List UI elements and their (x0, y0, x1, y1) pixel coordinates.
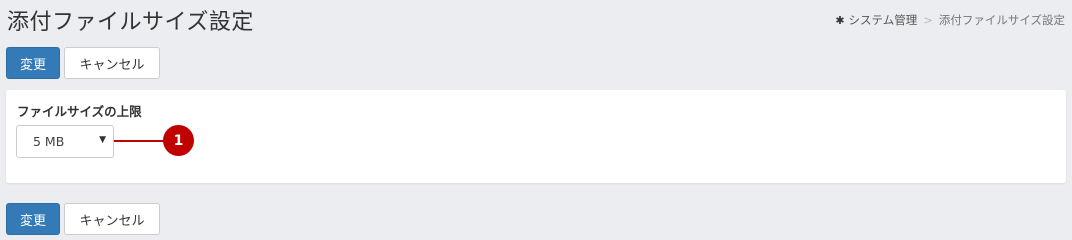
breadcrumb-separator: > (923, 13, 933, 27)
callout-line (114, 140, 166, 142)
breadcrumb-parent-link[interactable]: システム管理 (849, 12, 918, 28)
submit-button-bottom[interactable]: 変更 (6, 203, 60, 235)
submit-button-top[interactable]: 変更 (6, 47, 60, 79)
upload-limit-value: 5 MB (33, 134, 65, 149)
page-title: 添付ファイルサイズ設定 (7, 10, 254, 35)
caret-down-icon: ▼ (99, 135, 106, 145)
breadcrumb-current: 添付ファイルサイズ設定 (938, 13, 1065, 27)
breadcrumb: ✱ システム管理 > 添付ファイルサイズ設定 (835, 12, 1065, 28)
top-action-bar: 変更 キャンセル (6, 47, 160, 79)
bottom-action-bar: 変更 キャンセル (6, 203, 160, 235)
gear-icon: ✱ (835, 13, 845, 27)
cancel-button-bottom[interactable]: キャンセル (64, 203, 160, 235)
upload-limit-label: ファイルサイズの上限 (17, 104, 142, 119)
callout-badge: 1 (163, 125, 194, 156)
upload-limit-select[interactable]: 5 MB ▼ (16, 125, 114, 158)
cancel-button-top[interactable]: キャンセル (64, 47, 160, 79)
